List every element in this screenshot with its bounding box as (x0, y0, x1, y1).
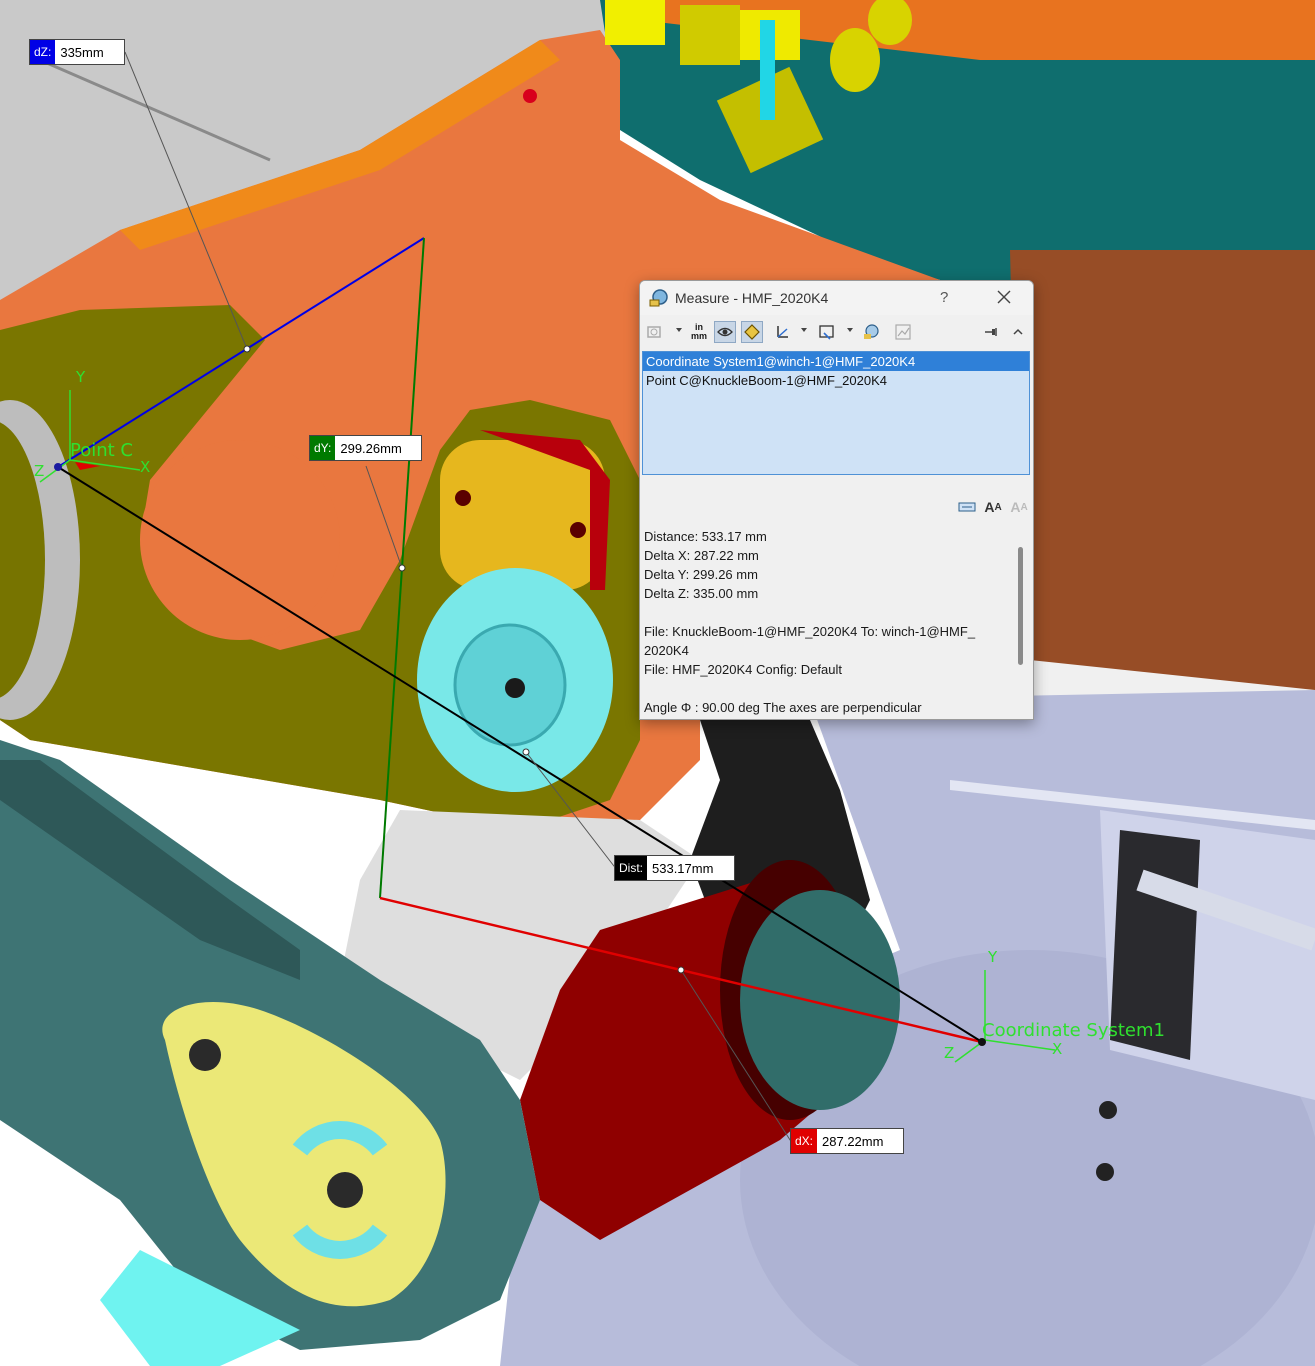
file-from-to-continued: 2020K4 (644, 643, 689, 658)
dy-key: dY: (310, 436, 336, 460)
delta-z-result: Delta Z: 335.00 mm (644, 586, 759, 601)
dx-callout[interactable]: dX: 287.22mm (790, 1128, 904, 1154)
dialog-titlebar[interactable]: Measure - HMF_2020K4 ? (640, 281, 1033, 315)
show-xyz-icon[interactable] (714, 321, 736, 343)
measurement-history-icon[interactable] (892, 321, 914, 343)
point-c-axis-z: Z (34, 462, 45, 480)
dz-key: dZ: (30, 40, 56, 64)
distance-result: Distance: 533.17 mm (644, 529, 767, 544)
font-smaller-icon[interactable]: AA (1008, 497, 1030, 517)
file-config-result: File: HMF_2020K4 Config: Default (644, 662, 842, 677)
list-item[interactable]: Coordinate System1@winch-1@HMF_2020K4 (643, 352, 1029, 371)
list-item[interactable]: Point C@KnuckleBoom-1@HMF_2020K4 (643, 371, 1029, 390)
file-from-to-result: File: KnuckleBoom-1@HMF_2020K4 To: winch… (644, 624, 976, 639)
projection-icon[interactable] (771, 321, 793, 343)
arc-circle-dropdown[interactable] (676, 328, 682, 332)
coordinate-system-dropdown[interactable] (847, 328, 853, 332)
select-coordinate-system-icon[interactable] (816, 321, 838, 343)
point-c-label: Point C (70, 440, 133, 461)
measure-toolbar: in mm (640, 315, 1033, 349)
point-to-point-icon[interactable] (741, 321, 763, 343)
coord-axis-y: Y (988, 948, 998, 966)
dz-callout[interactable]: dZ: 335mm (29, 39, 125, 65)
help-button[interactable]: ? (940, 289, 948, 306)
units-mm-label: mm (690, 331, 707, 341)
units-precision-icon[interactable]: in mm (688, 321, 710, 343)
measure-results: Distance: 533.17 mm Delta X: 287.22 mm D… (644, 527, 1009, 717)
coord-axis-x: X (1052, 1040, 1063, 1058)
pin-icon[interactable] (980, 321, 1002, 343)
coord-axis-z: Z (944, 1044, 955, 1062)
dialog-title: Measure - HMF_2020K4 (675, 290, 829, 306)
dist-value: 533.17mm (652, 860, 714, 876)
delta-x-result: Delta X: 287.22 mm (644, 548, 759, 563)
coordinate-system-label: Coordinate System1 (982, 1020, 1165, 1041)
dy-value: 299.26mm (340, 440, 402, 456)
point-c-axis-y: Y (76, 368, 86, 386)
font-larger-icon[interactable]: AA (982, 497, 1004, 517)
angle-result: Angle Φ : 90.00 deg The axes are perpend… (644, 700, 922, 715)
delta-y-result: Delta Y: 299.26 mm (644, 567, 758, 582)
collapse-icon[interactable] (1007, 321, 1029, 343)
dy-callout[interactable]: dY: 299.26mm (309, 435, 422, 461)
dz-value: 335mm (60, 44, 104, 60)
measure-dialog: Measure - HMF_2020K4 ? in mm Coordinate … (639, 280, 1034, 720)
dx-value: 287.22mm (822, 1133, 884, 1149)
arc-circle-icon[interactable] (644, 321, 666, 343)
projection-dropdown[interactable] (801, 328, 807, 332)
measure-tool-icon (649, 289, 668, 307)
dist-callout[interactable]: Dist: 533.17mm (614, 855, 735, 881)
close-icon[interactable] (992, 285, 1016, 309)
point-c-axis-x: X (140, 458, 151, 476)
selection-list[interactable]: Coordinate System1@winch-1@HMF_2020K4 Po… (642, 351, 1030, 475)
dx-key: dX: (791, 1129, 818, 1153)
results-scrollbar[interactable] (1018, 547, 1023, 665)
create-sensor-icon[interactable] (860, 321, 882, 343)
dist-key: Dist: (615, 856, 647, 880)
dimension-icon[interactable] (956, 497, 978, 517)
